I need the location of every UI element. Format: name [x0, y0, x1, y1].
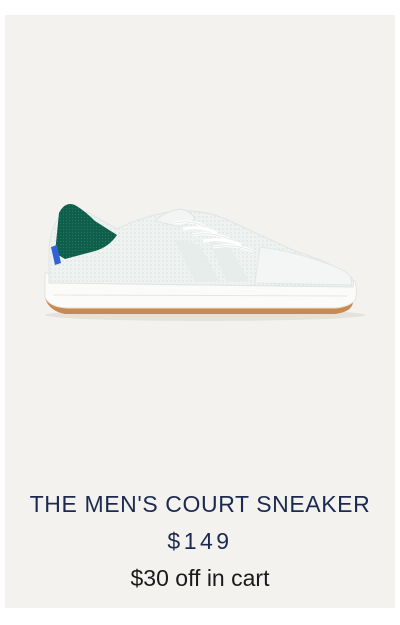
promo-text: $30 off in cart — [130, 565, 270, 591]
product-price: $149 — [167, 528, 233, 554]
product-image[interactable] — [5, 15, 395, 465]
product-tile-page: THE MEN'S COURT SNEAKER $149 $30 off in … — [0, 0, 400, 625]
product-card[interactable]: THE MEN'S COURT SNEAKER $149 $30 off in … — [5, 15, 395, 608]
product-name[interactable]: THE MEN'S COURT SNEAKER — [5, 485, 395, 523]
sneaker-image — [44, 204, 365, 321]
product-info: THE MEN'S COURT SNEAKER $149 $30 off in … — [5, 485, 395, 597]
